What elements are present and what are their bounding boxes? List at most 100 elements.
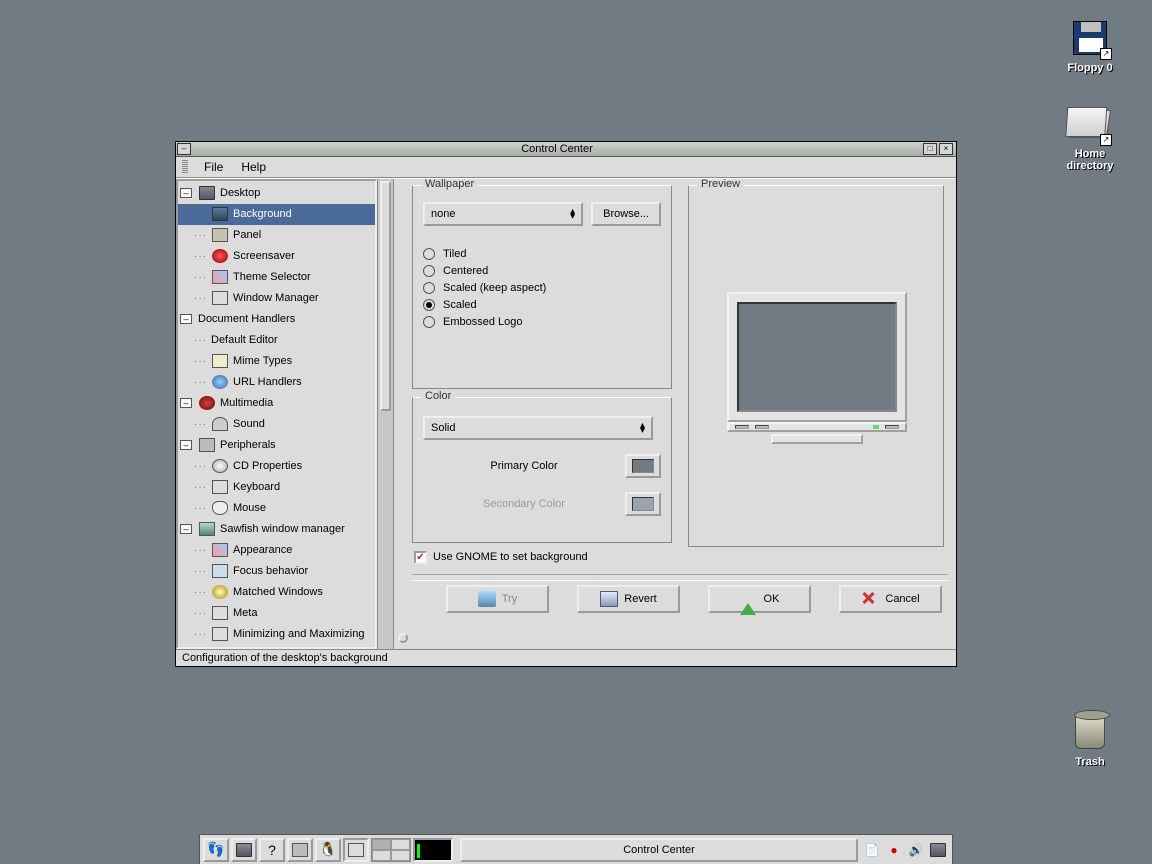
radio-scaled-aspect[interactable]: Scaled (keep aspect) — [423, 282, 661, 294]
tree-node-wm[interactable]: ···Window Manager — [178, 288, 375, 309]
system-tray: 📄 ● 🔊 — [860, 840, 950, 860]
statusbar: Configuration of the desktop's backgroun… — [176, 649, 956, 666]
cancel-button[interactable]: Cancel — [839, 585, 942, 613]
radio-tiled[interactable]: Tiled — [423, 248, 661, 260]
menu-help[interactable]: Help — [233, 158, 274, 176]
maximize-button[interactable]: □ — [923, 143, 937, 155]
window-title: Control Center — [192, 143, 922, 155]
panel-btn-linux[interactable]: 🐧 — [315, 838, 341, 862]
category-tree[interactable]: –Desktop ···Background ···Panel ···Scree… — [176, 179, 377, 649]
workspace-pager[interactable] — [371, 838, 411, 862]
control-center-window: – Control Center □ × File Help –Desktop … — [175, 141, 957, 667]
desktop-icon-label: Home directory — [1050, 148, 1130, 172]
close-button[interactable]: × — [939, 143, 953, 155]
tree-node-mime[interactable]: ···Mime Types — [178, 351, 375, 372]
desktop-icon-home[interactable]: ↗ Home directory — [1050, 104, 1130, 172]
panel-btn-desktop[interactable] — [343, 838, 369, 862]
desktop-icon-label: Floppy 0 — [1050, 62, 1130, 74]
desktop-icon-label: Trash — [1050, 756, 1130, 768]
clock-icon — [930, 843, 946, 857]
preview-legend: Preview — [697, 179, 744, 190]
tray-icon-clock[interactable] — [928, 840, 948, 860]
desktop-icon-trash[interactable]: Trash — [1050, 712, 1130, 768]
tree-node-periph[interactable]: –Peripherals — [178, 435, 375, 456]
wallpaper-mode-radios: Tiled Centered Scaled (keep aspect) Scal… — [423, 248, 661, 328]
radio-embossed[interactable]: Embossed Logo — [423, 316, 661, 328]
desktop-icon-floppy[interactable]: ↗ Floppy 0 — [1050, 18, 1130, 74]
system-monitor[interactable] — [413, 838, 453, 862]
try-icon — [478, 591, 496, 607]
updown-icon: ▴▾ — [570, 209, 575, 219]
tree-node-panel[interactable]: ···Panel — [178, 225, 375, 246]
tree-node-doch[interactable]: –Document Handlers — [178, 309, 375, 330]
tree-node-cd[interactable]: ···CD Properties — [178, 456, 375, 477]
tray-icon-volume[interactable]: 🔊 — [906, 840, 926, 860]
floppy-icon: ↗ — [1070, 18, 1110, 58]
titlebar[interactable]: – Control Center □ × — [176, 142, 956, 157]
toolbox-icon — [292, 843, 308, 857]
window-menu-button[interactable]: – — [177, 143, 191, 155]
tree-node-minmax[interactable]: ···Minimizing and Maximizing — [178, 624, 375, 645]
tree-node-desktop[interactable]: –Desktop — [178, 183, 375, 204]
use-gnome-checkbox-row[interactable]: ✔ Use GNOME to set background — [414, 551, 948, 564]
menu-file[interactable]: File — [196, 158, 231, 176]
gnome-panel: 👣 ? 🐧 Control Center 📄 ● 🔊 — [199, 834, 953, 864]
secondary-color-button[interactable] — [625, 492, 661, 516]
tree-node-theme[interactable]: ···Theme Selector — [178, 267, 375, 288]
terminal-icon — [236, 843, 252, 857]
panel-btn-toolbox[interactable] — [287, 838, 313, 862]
wallpaper-legend: Wallpaper — [421, 179, 478, 190]
dialog-buttons: Try Revert OK Cancel — [412, 580, 948, 613]
try-button[interactable]: Try — [446, 585, 549, 613]
tree-node-sound[interactable]: ···Sound — [178, 414, 375, 435]
tree-node-mm[interactable]: –Multimedia — [178, 393, 375, 414]
ok-button[interactable]: OK — [708, 585, 811, 613]
radio-scaled[interactable]: Scaled — [423, 299, 661, 311]
tree-scrollbar[interactable] — [377, 179, 393, 649]
primary-color-swatch — [632, 459, 654, 473]
desktop-icon — [348, 843, 364, 857]
wallpaper-combo-value: none — [431, 208, 455, 220]
checkbox-icon[interactable]: ✔ — [414, 551, 427, 564]
pane-splitter-knob[interactable] — [398, 633, 408, 643]
menubar-grip[interactable] — [182, 160, 188, 174]
tray-icon-modem[interactable]: 📄 — [862, 840, 882, 860]
scrollbar-thumb[interactable] — [380, 181, 391, 411]
revert-icon — [600, 591, 618, 607]
tree-node-url[interactable]: ···URL Handlers — [178, 372, 375, 393]
folder-icon: ↗ — [1070, 104, 1110, 144]
tree-node-screensaver[interactable]: ···Screensaver — [178, 246, 375, 267]
panel-btn-terminal[interactable] — [231, 838, 257, 862]
tree-node-matched[interactable]: ···Matched Windows — [178, 582, 375, 603]
wallpaper-group: Wallpaper none ▴▾ Browse... Tiled Center… — [412, 185, 672, 389]
tree-node-background[interactable]: ···Background — [178, 204, 375, 225]
taskbar-task-control-center[interactable]: Control Center — [460, 838, 858, 862]
tree-node-appear[interactable]: ···Appearance — [178, 540, 375, 561]
secondary-color-swatch — [632, 497, 654, 511]
preview-group: Preview — [688, 185, 944, 547]
use-gnome-label: Use GNOME to set background — [433, 551, 588, 563]
wallpaper-combo[interactable]: none ▴▾ — [423, 202, 583, 226]
menubar: File Help — [176, 157, 956, 178]
panel-btn-help[interactable]: ? — [259, 838, 285, 862]
preview-screen — [737, 302, 897, 412]
updown-icon: ▴▾ — [640, 423, 645, 433]
foot-menu-button[interactable]: 👣 — [203, 838, 229, 862]
separator — [412, 574, 948, 576]
preview-monitor — [727, 292, 907, 446]
secondary-color-label: Secondary Color — [423, 498, 625, 510]
primary-color-button[interactable] — [625, 454, 661, 478]
revert-button[interactable]: Revert — [577, 585, 680, 613]
radio-centered[interactable]: Centered — [423, 265, 661, 277]
tree-node-mouse[interactable]: ···Mouse — [178, 498, 375, 519]
tree-node-focus[interactable]: ···Focus behavior — [178, 561, 375, 582]
tree-node-meta[interactable]: ···Meta — [178, 603, 375, 624]
tree-node-defed[interactable]: ···Default Editor — [178, 330, 375, 351]
trash-icon — [1070, 712, 1110, 752]
power-led-icon — [873, 425, 879, 429]
tree-node-saw[interactable]: –Sawfish window manager — [178, 519, 375, 540]
tree-node-kb[interactable]: ···Keyboard — [178, 477, 375, 498]
tray-icon-alert[interactable]: ● — [884, 840, 904, 860]
color-mode-combo[interactable]: Solid ▴▾ — [423, 416, 653, 440]
browse-button[interactable]: Browse... — [591, 202, 661, 226]
